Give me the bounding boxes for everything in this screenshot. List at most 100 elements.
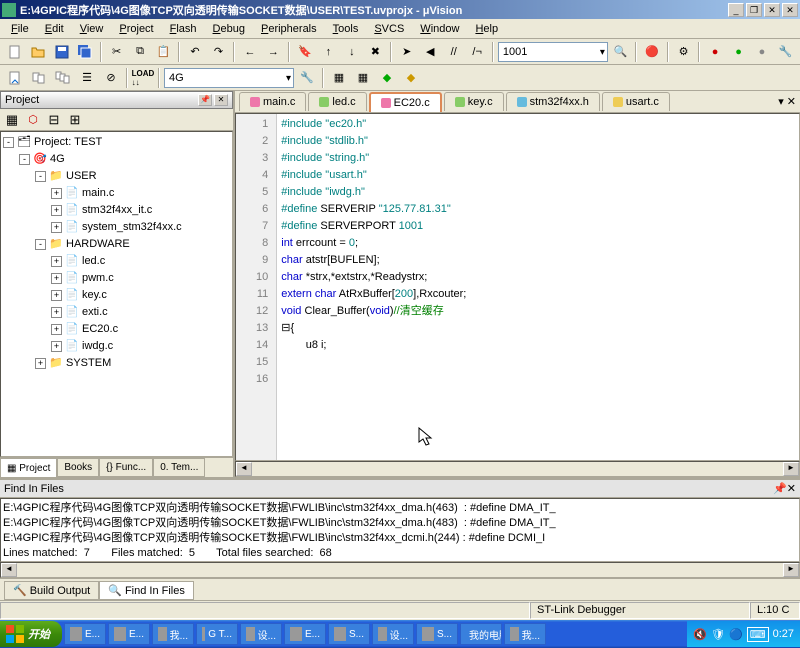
restore-button[interactable]: ❐ [746,3,762,17]
undo-button[interactable]: ↶ [184,41,205,63]
tray-icon[interactable]: 🔵 [729,628,743,641]
tree-expander[interactable]: + [51,341,62,352]
editor-tab[interactable]: key.c [444,92,504,111]
tree-node[interactable]: +📄stm32f4xx_it.c [3,202,230,219]
tree-node[interactable]: +📄system_stm32f4xx.c [3,219,230,236]
find-close-button[interactable]: ✕ [787,482,796,495]
panel-close-button[interactable]: ✕ [214,94,228,106]
rebuild-button[interactable] [52,67,74,89]
green-dot-button[interactable]: ● [728,41,749,63]
taskbar-item[interactable]: 我... [152,623,194,645]
packs-button[interactable]: ◆ [400,67,422,89]
tray-icon[interactable]: 🛡 [711,628,725,641]
taskbar-item[interactable]: E... [108,623,150,645]
taskbar-item[interactable]: 设... [372,623,414,645]
menu-help[interactable]: Help [468,21,505,37]
gray-dot-button[interactable]: ● [751,41,772,63]
target-select[interactable]: 4G [164,68,294,88]
find-button[interactable]: 🔍 [610,41,631,63]
tree-expander[interactable]: + [51,205,62,216]
batch-build-button[interactable]: ☰ [76,67,98,89]
menu-tools[interactable]: Tools [326,21,366,37]
tool-wrench-button[interactable]: 🔧 [775,41,796,63]
find-scroll-right[interactable]: ► [783,563,799,577]
project-tab[interactable]: Books [57,458,99,477]
editor-tab[interactable]: stm32f4xx.h [506,92,600,111]
bookmark-prev-button[interactable]: ↑ [318,41,339,63]
new-file-button[interactable] [4,41,25,63]
code-content[interactable]: #include "ec20.h"#include "stdlib.h"#inc… [277,114,470,460]
tree-expander[interactable]: + [51,307,62,318]
project-tab[interactable]: ▦ Project [0,458,57,477]
project-expand-icon[interactable]: ⊞ [65,111,85,129]
paste-button[interactable]: 📋 [153,41,174,63]
taskbar-item[interactable]: 设... [240,623,282,645]
panel-pin-button[interactable]: 📌 [198,94,212,106]
nav-fwd-button[interactable]: → [263,41,284,63]
taskbar-item[interactable]: E... [64,623,106,645]
find-pin-button[interactable]: 📌 [773,482,787,495]
tree-node[interactable]: +📄main.c [3,185,230,202]
editor-hscrollbar[interactable]: ◄ ► [235,461,800,477]
copy-button[interactable]: ⧉ [129,41,150,63]
menu-edit[interactable]: Edit [38,21,71,37]
debug-start-button[interactable]: 🔴 [641,41,662,63]
comment-button[interactable]: // [443,41,464,63]
project-view-icon[interactable]: ▦ [2,111,22,129]
uncomment-button[interactable]: /¬ [466,41,487,63]
bookmark-button[interactable]: 🔖 [294,41,315,63]
save-button[interactable] [51,41,72,63]
menu-project[interactable]: Project [112,21,160,37]
tree-expander[interactable]: - [3,137,14,148]
target-options-button[interactable]: 🔧 [296,67,318,89]
close-button[interactable]: ✕ [782,3,798,17]
tree-node[interactable]: -📁HARDWARE [3,236,230,253]
editor-tab[interactable]: EC20.c [369,92,442,112]
menu-view[interactable]: View [73,21,111,37]
taskbar-item[interactable]: S... [328,623,370,645]
tree-expander[interactable]: - [35,239,46,250]
open-button[interactable] [27,41,48,63]
tree-node[interactable]: +📄EC20.c [3,321,230,338]
project-collapse-icon[interactable]: ⊟ [44,111,64,129]
start-button[interactable]: 开始 [0,621,62,647]
system-tray[interactable]: 🔇 🛡 🔵 ⌨ 0:27 [687,621,800,647]
code-editor[interactable]: 12345678910111213141516 #include "ec20.h… [235,113,800,461]
editor-tab[interactable]: led.c [308,92,366,111]
menu-file[interactable]: File [4,21,36,37]
tray-lang[interactable]: ⌨ [747,627,769,642]
scroll-right-button[interactable]: ► [783,462,799,476]
tree-node[interactable]: +📄key.c [3,287,230,304]
scroll-left-button[interactable]: ◄ [236,462,252,476]
manage-button[interactable]: ▦ [328,67,350,89]
project-tab[interactable]: {} Func... [99,458,153,477]
find-hscrollbar[interactable]: ◄ ► [0,562,800,578]
tree-node[interactable]: -📁USER [3,168,230,185]
tree-expander[interactable]: + [51,256,62,267]
stop-build-button[interactable]: ⊘ [100,67,122,89]
tree-expander[interactable]: + [51,188,62,199]
editor-tab[interactable]: usart.c [602,92,670,111]
bookmark-clear-button[interactable]: ✖ [365,41,386,63]
download-button[interactable]: LOAD↓↓ [132,67,154,89]
project-tree[interactable]: -🗂Project: TEST-🎯4G-📁USER+📄main.c+📄stm32… [0,131,233,457]
find-combo[interactable]: 1001 [498,42,608,62]
redo-button[interactable]: ↷ [208,41,229,63]
tray-icon[interactable]: 🔇 [693,628,707,641]
tree-node[interactable]: +📄led.c [3,253,230,270]
tree-expander[interactable]: + [51,222,62,233]
minimize-button[interactable]: _ [728,3,744,17]
tree-node[interactable]: +📄exti.c [3,304,230,321]
tree-node[interactable]: -🗂Project: TEST [3,134,230,151]
translate-button[interactable] [4,67,26,89]
tree-expander[interactable]: + [51,324,62,335]
taskbar-item[interactable]: E... [284,623,326,645]
find-results[interactable]: E:\4GPIC程序代码\4G图像TCP双向透明传输SOCKET数据\FWLIB… [0,498,800,562]
config-button[interactable]: ⚙ [673,41,694,63]
tree-node[interactable]: +📁SYSTEM [3,355,230,372]
output-tab[interactable]: 🔨Build Output [4,581,99,600]
save-all-button[interactable] [74,41,95,63]
taskbar-item[interactable]: 我的电脑 [460,623,502,645]
menu-svcs[interactable]: SVCS [367,21,411,37]
menu-window[interactable]: Window [413,21,466,37]
